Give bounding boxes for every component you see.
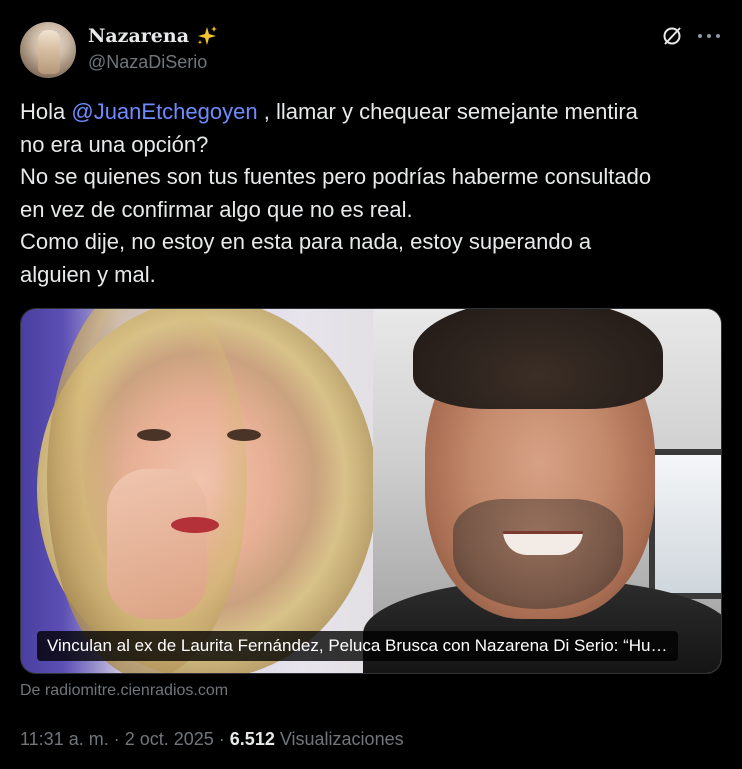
tweet-time[interactable]: 11:31 a. m. <box>20 729 109 749</box>
author-handle[interactable]: @NazaDiSerio <box>88 52 207 73</box>
tweet-line-5: Como dije, no estoy en esta para nada, e… <box>20 229 592 254</box>
woman-photo <box>37 309 377 673</box>
tweet-line-2: no era una opción? <box>20 131 209 157</box>
author-display-name[interactable]: Nazarena <box>88 25 189 47</box>
sparkles-icon <box>197 26 218 45</box>
more-options-icon[interactable] <box>698 26 720 46</box>
grok-icon[interactable] <box>661 25 683 47</box>
tweet-line-1: Hola @JuanEtchegoyen , llamar y chequear… <box>20 99 638 124</box>
tweet-meta: 11:31 a. m. · 2 oct. 2025 · 6.512 Visual… <box>20 729 404 749</box>
avatar-figure <box>38 30 60 74</box>
mention-link[interactable]: @JuanEtchegoyen <box>71 99 257 124</box>
link-card[interactable]: Vinculan al ex de Laurita Fernández, Pel… <box>20 308 722 674</box>
tweet-text: Hola @JuanEtchegoyen , llamar y chequear… <box>20 96 722 291</box>
card-caption[interactable]: Vinculan al ex de Laurita Fernández, Pel… <box>37 631 678 661</box>
author-name-row: Nazarena <box>88 24 219 48</box>
card-source-link[interactable]: De radiomitre.cienradios.com <box>20 682 228 700</box>
author-avatar[interactable] <box>20 22 76 78</box>
tweet-date[interactable]: 2 oct. 2025 <box>125 729 214 749</box>
views-label: Visualizaciones <box>274 729 404 749</box>
man-photo <box>363 309 721 673</box>
tweet-line-6: alguien y mal. <box>20 261 156 287</box>
tweet-line-3: No se quienes son tus fuentes pero podrí… <box>20 164 652 189</box>
views-count: 6.512 <box>229 729 275 749</box>
tweet-line-4: en vez de confirmar algo que no es real. <box>20 196 413 222</box>
